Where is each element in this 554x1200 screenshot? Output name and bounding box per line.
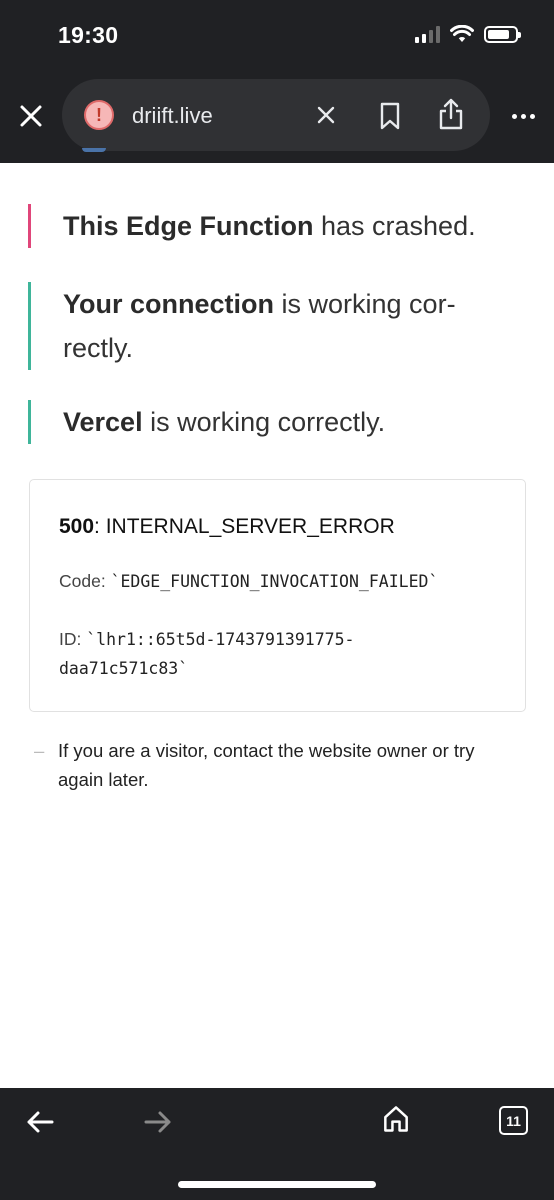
status-edge-function-text: has crashed.	[313, 211, 476, 241]
status-vercel-text: is working correctly.	[142, 407, 386, 437]
share-button[interactable]	[436, 97, 466, 131]
status-connection-bold: Your connection	[63, 289, 275, 319]
forward-button[interactable]	[140, 1106, 176, 1138]
browser-top-bar: 19:30 ! driift.live	[0, 0, 554, 163]
status-edge-function: This Edge Function has crashed.	[28, 204, 508, 248]
error-details-box: 500: INTERNAL_SERVER_ERROR Code: `EDGE_F…	[29, 479, 526, 712]
bookmark-button[interactable]	[376, 101, 404, 131]
url-bar[interactable]: ! driift.live	[62, 79, 490, 151]
status-edge-function-bold: This Edge Function	[63, 211, 314, 241]
status-time: 19:30	[58, 22, 119, 48]
visitor-note-text: If you are a visitor, contact the websit…	[58, 740, 475, 790]
error-status-text: : INTERNAL_SERVER_ERROR	[94, 515, 395, 538]
status-vercel-bold: Vercel	[63, 407, 143, 437]
cellular-signal-icon	[415, 25, 440, 43]
clear-url-button[interactable]	[312, 101, 340, 129]
error-code-label: Code:	[59, 571, 111, 591]
home-indicator	[178, 1181, 376, 1188]
error-id-value: `lhr1::65t5d-1743791391775- daa71c571c83`	[59, 630, 355, 678]
visitor-note: – If you are a visitor, contact the webs…	[34, 736, 524, 794]
battery-icon	[484, 25, 521, 43]
visitor-note-dash: –	[34, 740, 45, 761]
close-tab-button[interactable]	[16, 101, 46, 131]
browser-bottom-toolbar: 11	[0, 1088, 554, 1200]
site-warning-icon[interactable]: !	[84, 100, 114, 130]
wifi-icon	[450, 25, 474, 42]
page-load-indicator	[82, 148, 106, 152]
more-options-button[interactable]	[508, 104, 538, 128]
error-id-label: ID:	[59, 629, 87, 649]
status-connection: Your connection is working cor-rectly.	[28, 282, 508, 370]
tabs-button[interactable]: 11	[499, 1106, 528, 1135]
status-vercel: Vercel is working correctly.	[28, 400, 508, 444]
error-status-code: 500	[59, 515, 95, 538]
error-title: 500: INTERNAL_SERVER_ERROR	[59, 515, 395, 539]
status-icons	[415, 25, 521, 43]
error-code: Code: `EDGE_FUNCTION_INVOCATION_FAILED`	[59, 571, 438, 592]
back-button[interactable]	[22, 1106, 58, 1138]
url-text[interactable]: driift.live	[132, 103, 213, 129]
error-id: ID: `lhr1::65t5d-1743791391775- daa71c571…	[59, 625, 499, 683]
home-button[interactable]	[378, 1103, 414, 1135]
error-code-value: `EDGE_FUNCTION_INVOCATION_FAILED`	[110, 572, 439, 591]
